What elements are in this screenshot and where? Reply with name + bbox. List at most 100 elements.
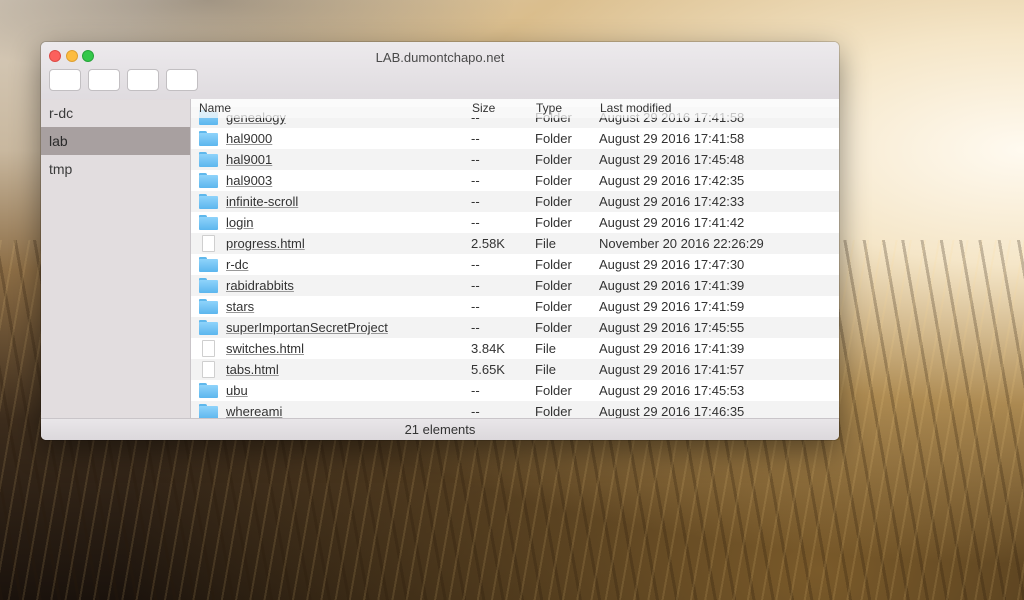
- folder-icon: [199, 278, 218, 293]
- toolbar-button-4[interactable]: [166, 69, 198, 91]
- file-name-link[interactable]: hal9001: [226, 152, 272, 167]
- folder-icon: [199, 152, 218, 167]
- folder-icon: [199, 215, 218, 230]
- window-title: LAB.dumontchapo.net: [375, 50, 505, 65]
- file-name-link[interactable]: rabidrabbits: [226, 278, 294, 293]
- file-size: --: [471, 404, 480, 418]
- file-modified: August 29 2016 17:45:48: [599, 152, 745, 167]
- file-type: Folder: [535, 299, 572, 314]
- column-header-type[interactable]: Type: [536, 101, 562, 115]
- folder-icon: [199, 194, 218, 209]
- file-name-link[interactable]: ubu: [226, 383, 248, 398]
- column-header-size[interactable]: Size: [472, 101, 495, 115]
- file-modified: August 29 2016 17:45:55: [599, 320, 745, 335]
- file-name-link[interactable]: r-dc: [226, 257, 248, 272]
- file-size: 3.84K: [471, 341, 505, 356]
- file-size: --: [471, 383, 480, 398]
- column-header: Name Size Type Last modified: [191, 99, 839, 118]
- file-type: Folder: [535, 131, 572, 146]
- file-size: --: [471, 194, 480, 209]
- status-bar: 21 elements: [41, 418, 839, 440]
- file-name-link[interactable]: progress.html: [226, 236, 305, 251]
- table-row[interactable]: stars -- Folder August 29 2016 17:41:59: [191, 296, 839, 317]
- folder-icon: [199, 404, 218, 418]
- table-row[interactable]: hal9001 -- Folder August 29 2016 17:45:48: [191, 149, 839, 170]
- sidebar-item-lab[interactable]: lab: [41, 127, 190, 155]
- folder-icon: [199, 383, 218, 398]
- sidebar-item-r-dc[interactable]: r-dc: [41, 99, 190, 127]
- file-browser-window: LAB.dumontchapo.net r-dc lab tmp Name Si…: [41, 42, 839, 440]
- file-name-link[interactable]: hal9000: [226, 131, 272, 146]
- table-row[interactable]: r-dc -- Folder August 29 2016 17:47:30: [191, 254, 839, 275]
- file-modified: August 29 2016 17:41:59: [599, 299, 745, 314]
- table-row[interactable]: infinite-scroll -- Folder August 29 2016 17…: [191, 191, 839, 212]
- file-name-link[interactable]: tabs.html: [226, 362, 279, 377]
- folder-icon: [199, 173, 218, 188]
- file-size: --: [471, 131, 480, 146]
- file-type: Folder: [535, 278, 572, 293]
- file-name-link[interactable]: switches.html: [226, 341, 304, 356]
- file-type: File: [535, 341, 556, 356]
- title-bar[interactable]: LAB.dumontchapo.net: [41, 42, 839, 100]
- column-header-modified[interactable]: Last modified: [600, 101, 671, 115]
- file-type: Folder: [535, 194, 572, 209]
- file-type: Folder: [535, 257, 572, 272]
- column-header-name[interactable]: Name: [199, 101, 231, 115]
- folder-icon: [199, 131, 218, 146]
- file-modified: November 20 2016 22:26:29: [599, 236, 764, 251]
- file-size: --: [471, 152, 480, 167]
- file-icon: [202, 361, 215, 378]
- file-size: --: [471, 320, 480, 335]
- file-size: --: [471, 173, 480, 188]
- file-name-link[interactable]: whereami: [226, 404, 282, 418]
- sidebar-item-tmp[interactable]: tmp: [41, 155, 190, 183]
- toolbar-button-2[interactable]: [88, 69, 120, 91]
- file-size: 2.58K: [471, 236, 505, 251]
- table-row[interactable]: switches.html 3.84K File August 29 2016 17:…: [191, 338, 839, 359]
- file-modified: August 29 2016 17:46:35: [599, 404, 745, 418]
- sidebar: r-dc lab tmp: [41, 99, 191, 418]
- file-list[interactable]: Name Size Type Last modified genealogy--…: [191, 99, 839, 418]
- file-type: Folder: [535, 215, 572, 230]
- file-type: Folder: [535, 320, 572, 335]
- folder-icon: [199, 320, 218, 335]
- file-size: 5.65K: [471, 362, 505, 377]
- table-row[interactable]: rabidrabbits -- Folder August 29 2016 17:41…: [191, 275, 839, 296]
- file-modified: August 29 2016 17:41:58: [599, 131, 745, 146]
- toolbar-button-1[interactable]: [49, 69, 81, 91]
- table-row[interactable]: hal9003 -- Folder August 29 2016 17:42:35: [191, 170, 839, 191]
- file-modified: August 29 2016 17:42:35: [599, 173, 745, 188]
- file-type: Folder: [535, 152, 572, 167]
- file-modified: August 29 2016 17:41:42: [599, 215, 745, 230]
- file-size: --: [471, 257, 480, 272]
- file-name-link[interactable]: infinite-scroll: [226, 194, 298, 209]
- table-row[interactable]: superImportanSecretProject -- Folder August…: [191, 317, 839, 338]
- toolbar-button-3[interactable]: [127, 69, 159, 91]
- file-rows: genealogy--FolderAugust 29 2016 17:41:58…: [191, 107, 839, 418]
- file-modified: August 29 2016 17:41:39: [599, 278, 745, 293]
- table-row[interactable]: ubu -- Folder August 29 2016 17:45:53: [191, 380, 839, 401]
- file-type: Folder: [535, 404, 572, 418]
- folder-icon: [199, 257, 218, 272]
- table-row[interactable]: tabs.html 5.65K File August 29 2016 17:41:5…: [191, 359, 839, 380]
- table-row[interactable]: login -- Folder August 29 2016 17:41:42: [191, 212, 839, 233]
- file-icon: [202, 235, 215, 252]
- file-modified: August 29 2016 17:45:53: [599, 383, 745, 398]
- file-name-link[interactable]: hal9003: [226, 173, 272, 188]
- file-name-link[interactable]: stars: [226, 299, 254, 314]
- table-row[interactable]: progress.html 2.58K File November 20 2016 2…: [191, 233, 839, 254]
- file-modified: August 29 2016 17:41:39: [599, 341, 745, 356]
- file-name-link[interactable]: superImportanSecretProject: [226, 320, 388, 335]
- file-size: --: [471, 278, 480, 293]
- table-row[interactable]: whereami -- Folder August 29 2016 17:46:35: [191, 401, 839, 418]
- file-name-link[interactable]: login: [226, 215, 253, 230]
- table-row[interactable]: hal9000 -- Folder August 29 2016 17:41:58: [191, 128, 839, 149]
- file-type: Folder: [535, 383, 572, 398]
- file-type: Folder: [535, 173, 572, 188]
- file-modified: August 29 2016 17:42:33: [599, 194, 745, 209]
- file-size: --: [471, 299, 480, 314]
- file-modified: August 29 2016 17:47:30: [599, 257, 745, 272]
- file-icon: [202, 340, 215, 357]
- file-type: File: [535, 362, 556, 377]
- file-modified: August 29 2016 17:41:57: [599, 362, 745, 377]
